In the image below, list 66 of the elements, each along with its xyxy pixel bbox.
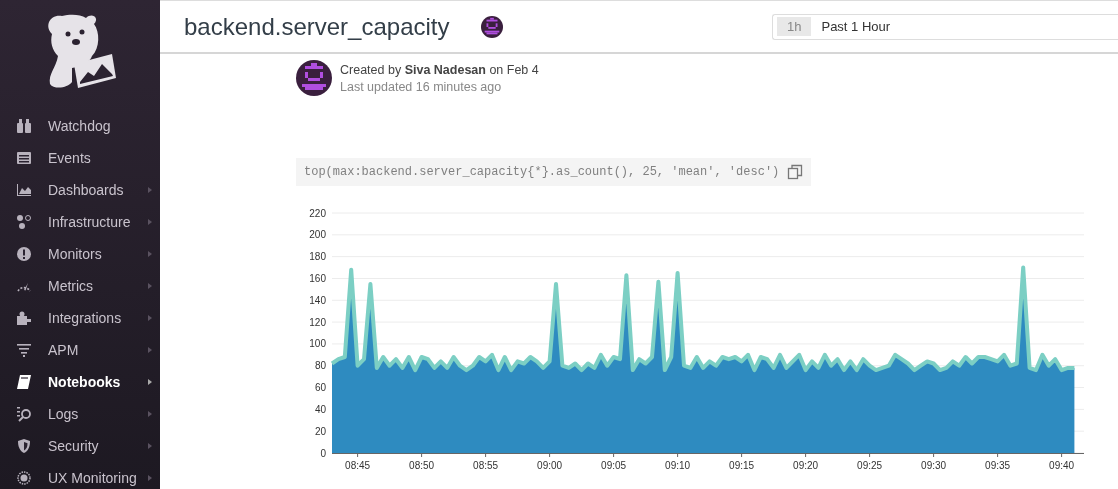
chevron-icon — [148, 411, 152, 417]
globe-icon — [16, 470, 32, 486]
nav-item[interactable]: Dashboards — [0, 174, 160, 206]
shield-icon — [16, 438, 32, 454]
created-by-text: Created by Siva Nadesan on Feb 4 — [340, 62, 539, 77]
page-title: backend.server_capacity — [184, 12, 450, 41]
last-updated-text: Last updated 16 minutes ago — [340, 79, 503, 94]
y-tick-label: 120 — [309, 316, 326, 328]
chevron-icon — [148, 347, 152, 353]
list-icon — [16, 150, 32, 166]
y-tick-label: 200 — [309, 229, 326, 241]
query-text: top(max:backend.server_capacity{*}.as_count(), 25, 'mean', 'desc') — [304, 165, 780, 179]
filter-icon — [16, 342, 32, 358]
avatar-icon — [296, 60, 332, 96]
time-range-picker[interactable]: 1h Past 1 Hour — [772, 13, 1118, 40]
x-tick-label: 09:40 — [1049, 460, 1075, 471]
y-tick-label: 180 — [309, 251, 326, 263]
nav-item[interactable]: Events — [0, 142, 160, 174]
y-tick-label: 140 — [309, 294, 326, 306]
book-icon — [16, 374, 32, 390]
x-tick-label: 09:20 — [793, 460, 819, 471]
nav-item[interactable]: Logs — [0, 398, 160, 430]
x-tick-label: 09:10 — [665, 460, 691, 471]
x-tick-label: 09:25 — [857, 460, 883, 471]
x-tick-label: 09:30 — [921, 460, 947, 471]
nodes-icon — [16, 214, 32, 230]
area-icon — [16, 182, 32, 198]
y-tick-label: 220 — [309, 207, 326, 219]
x-tick-label: 09:15 — [729, 460, 755, 471]
y-tick-label: 60 — [314, 382, 326, 394]
y-tick-label: 0 — [320, 447, 326, 459]
avatar-icon — [481, 15, 504, 38]
nav-item[interactable]: UX Monitoring — [0, 462, 160, 489]
chevron-icon — [148, 443, 152, 449]
nav-item[interactable]: Notebooks — [0, 366, 160, 398]
copy-icon[interactable] — [787, 164, 804, 180]
x-tick-label: 09:35 — [985, 460, 1011, 471]
nav-item[interactable]: Infrastructure — [0, 206, 160, 238]
x-tick-label: 09:00 — [537, 460, 563, 471]
nav-item[interactable]: Monitors — [0, 238, 160, 270]
y-tick-label: 40 — [314, 403, 326, 415]
puzzle-icon — [16, 310, 32, 326]
chevron-icon — [148, 283, 152, 289]
y-tick-label: 20 — [314, 425, 326, 437]
chevron-icon — [148, 219, 152, 225]
x-tick-label: 08:45 — [345, 460, 371, 471]
chevron-icon — [148, 315, 152, 321]
chevron-icon — [148, 475, 152, 481]
chevron-icon — [148, 187, 152, 193]
nav-item[interactable]: Watchdog — [0, 110, 160, 142]
alert-icon — [16, 246, 32, 262]
y-tick-label: 160 — [309, 272, 326, 284]
y-tick-label: 100 — [309, 338, 326, 350]
nav-item[interactable]: Security — [0, 430, 160, 462]
nav-item[interactable]: Metrics — [0, 270, 160, 302]
chevron-icon — [148, 379, 152, 385]
y-tick-label: 80 — [314, 360, 326, 372]
nav-item[interactable]: APM — [0, 334, 160, 366]
x-tick-label: 08:50 — [409, 460, 435, 471]
x-tick-label: 09:05 — [601, 460, 627, 471]
nav-item[interactable]: Integrations — [0, 302, 160, 334]
time-badge: 1h — [777, 17, 812, 36]
search-icon — [16, 406, 32, 422]
x-tick-label: 08:55 — [473, 460, 499, 471]
chevron-icon — [148, 251, 152, 257]
time-range-label: Past 1 Hour — [821, 19, 891, 34]
